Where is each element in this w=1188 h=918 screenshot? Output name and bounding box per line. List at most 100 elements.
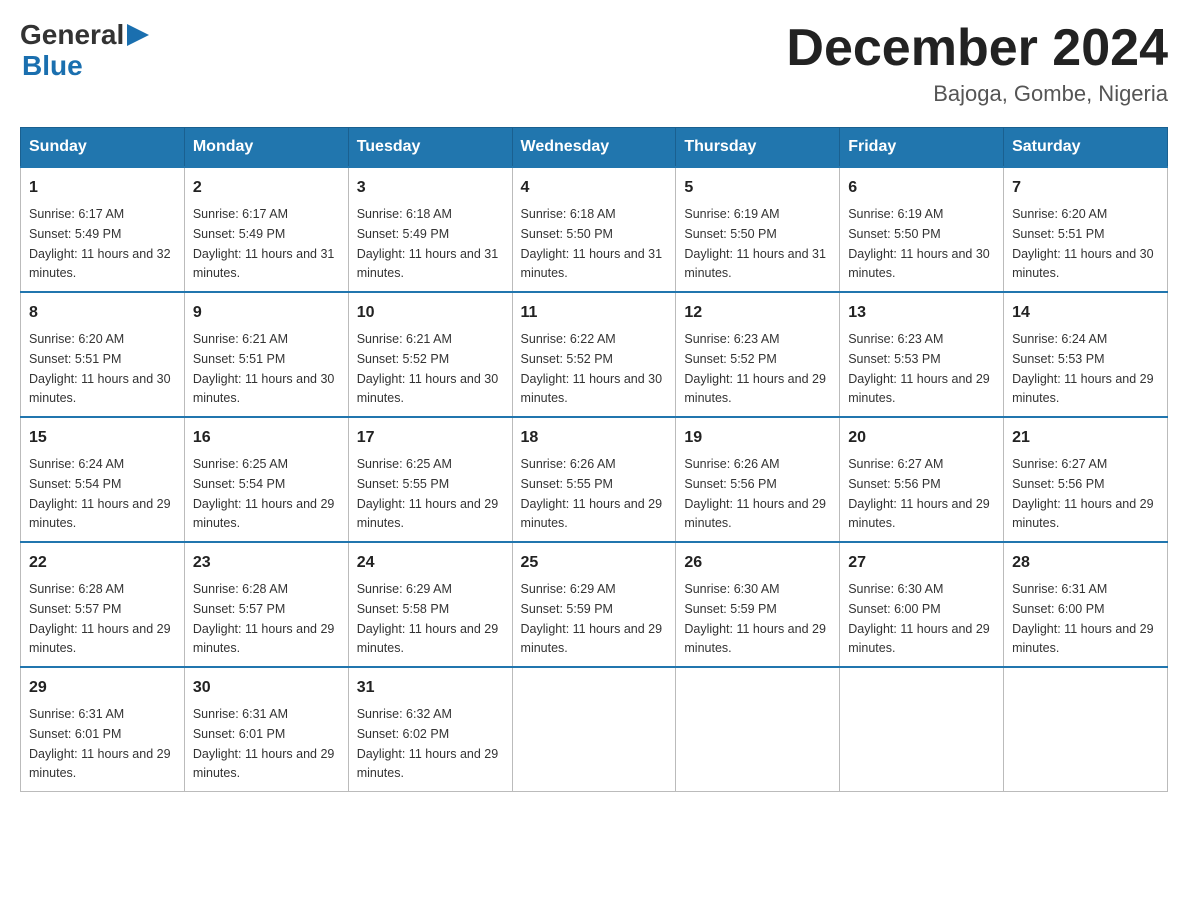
day-number: 8 xyxy=(29,301,176,325)
week-row-3: 15 Sunrise: 6:24 AMSunset: 5:54 PMDaylig… xyxy=(21,417,1168,542)
day-number: 23 xyxy=(193,551,340,575)
calendar-cell: 27 Sunrise: 6:30 AMSunset: 6:00 PMDaylig… xyxy=(840,542,1004,667)
calendar-cell xyxy=(676,667,840,792)
day-info: Sunrise: 6:32 AMSunset: 6:02 PMDaylight:… xyxy=(357,707,499,780)
day-number: 19 xyxy=(684,426,831,450)
calendar-cell: 28 Sunrise: 6:31 AMSunset: 6:00 PMDaylig… xyxy=(1004,542,1168,667)
day-number: 6 xyxy=(848,176,995,200)
calendar-cell: 22 Sunrise: 6:28 AMSunset: 5:57 PMDaylig… xyxy=(21,542,185,667)
day-info: Sunrise: 6:28 AMSunset: 5:57 PMDaylight:… xyxy=(193,582,335,655)
day-number: 2 xyxy=(193,176,340,200)
day-number: 20 xyxy=(848,426,995,450)
calendar-cell: 16 Sunrise: 6:25 AMSunset: 5:54 PMDaylig… xyxy=(184,417,348,542)
column-header-sunday: Sunday xyxy=(21,128,185,168)
day-number: 14 xyxy=(1012,301,1159,325)
logo: General Blue xyxy=(20,20,149,82)
calendar-cell: 14 Sunrise: 6:24 AMSunset: 5:53 PMDaylig… xyxy=(1004,292,1168,417)
day-info: Sunrise: 6:30 AMSunset: 6:00 PMDaylight:… xyxy=(848,582,990,655)
day-number: 25 xyxy=(521,551,668,575)
day-info: Sunrise: 6:29 AMSunset: 5:59 PMDaylight:… xyxy=(521,582,663,655)
day-info: Sunrise: 6:31 AMSunset: 6:01 PMDaylight:… xyxy=(29,707,171,780)
column-header-thursday: Thursday xyxy=(676,128,840,168)
day-number: 21 xyxy=(1012,426,1159,450)
day-info: Sunrise: 6:20 AMSunset: 5:51 PMDaylight:… xyxy=(1012,207,1154,280)
logo-general: General xyxy=(20,20,124,51)
calendar-cell: 8 Sunrise: 6:20 AMSunset: 5:51 PMDayligh… xyxy=(21,292,185,417)
day-number: 9 xyxy=(193,301,340,325)
calendar-cell: 20 Sunrise: 6:27 AMSunset: 5:56 PMDaylig… xyxy=(840,417,1004,542)
calendar-cell: 21 Sunrise: 6:27 AMSunset: 5:56 PMDaylig… xyxy=(1004,417,1168,542)
calendar-subtitle: Bajoga, Gombe, Nigeria xyxy=(786,81,1168,107)
calendar-cell: 24 Sunrise: 6:29 AMSunset: 5:58 PMDaylig… xyxy=(348,542,512,667)
day-info: Sunrise: 6:24 AMSunset: 5:54 PMDaylight:… xyxy=(29,457,171,530)
day-number: 1 xyxy=(29,176,176,200)
calendar-cell: 15 Sunrise: 6:24 AMSunset: 5:54 PMDaylig… xyxy=(21,417,185,542)
day-info: Sunrise: 6:23 AMSunset: 5:53 PMDaylight:… xyxy=(848,332,990,405)
column-header-monday: Monday xyxy=(184,128,348,168)
column-header-saturday: Saturday xyxy=(1004,128,1168,168)
day-number: 4 xyxy=(521,176,668,200)
calendar-cell: 26 Sunrise: 6:30 AMSunset: 5:59 PMDaylig… xyxy=(676,542,840,667)
calendar-cell: 11 Sunrise: 6:22 AMSunset: 5:52 PMDaylig… xyxy=(512,292,676,417)
calendar-cell: 1 Sunrise: 6:17 AMSunset: 5:49 PMDayligh… xyxy=(21,167,185,292)
day-info: Sunrise: 6:28 AMSunset: 5:57 PMDaylight:… xyxy=(29,582,171,655)
calendar-cell: 25 Sunrise: 6:29 AMSunset: 5:59 PMDaylig… xyxy=(512,542,676,667)
calendar-header-row: SundayMondayTuesdayWednesdayThursdayFrid… xyxy=(21,128,1168,168)
logo-arrow-icon xyxy=(127,24,149,46)
calendar-cell: 7 Sunrise: 6:20 AMSunset: 5:51 PMDayligh… xyxy=(1004,167,1168,292)
calendar-cell xyxy=(840,667,1004,792)
day-number: 30 xyxy=(193,676,340,700)
day-info: Sunrise: 6:20 AMSunset: 5:51 PMDaylight:… xyxy=(29,332,171,405)
day-info: Sunrise: 6:23 AMSunset: 5:52 PMDaylight:… xyxy=(684,332,826,405)
day-info: Sunrise: 6:31 AMSunset: 6:01 PMDaylight:… xyxy=(193,707,335,780)
day-number: 11 xyxy=(521,301,668,325)
day-info: Sunrise: 6:18 AMSunset: 5:49 PMDaylight:… xyxy=(357,207,499,280)
day-info: Sunrise: 6:27 AMSunset: 5:56 PMDaylight:… xyxy=(1012,457,1154,530)
day-number: 5 xyxy=(684,176,831,200)
day-info: Sunrise: 6:25 AMSunset: 5:55 PMDaylight:… xyxy=(357,457,499,530)
calendar-cell: 10 Sunrise: 6:21 AMSunset: 5:52 PMDaylig… xyxy=(348,292,512,417)
calendar-cell: 4 Sunrise: 6:18 AMSunset: 5:50 PMDayligh… xyxy=(512,167,676,292)
day-number: 16 xyxy=(193,426,340,450)
day-number: 27 xyxy=(848,551,995,575)
calendar-cell: 12 Sunrise: 6:23 AMSunset: 5:52 PMDaylig… xyxy=(676,292,840,417)
calendar-cell xyxy=(512,667,676,792)
week-row-4: 22 Sunrise: 6:28 AMSunset: 5:57 PMDaylig… xyxy=(21,542,1168,667)
day-number: 3 xyxy=(357,176,504,200)
column-header-tuesday: Tuesday xyxy=(348,128,512,168)
day-number: 10 xyxy=(357,301,504,325)
calendar-cell: 23 Sunrise: 6:28 AMSunset: 5:57 PMDaylig… xyxy=(184,542,348,667)
title-section: December 2024 Bajoga, Gombe, Nigeria xyxy=(786,20,1168,107)
day-info: Sunrise: 6:29 AMSunset: 5:58 PMDaylight:… xyxy=(357,582,499,655)
day-info: Sunrise: 6:31 AMSunset: 6:00 PMDaylight:… xyxy=(1012,582,1154,655)
calendar-cell: 13 Sunrise: 6:23 AMSunset: 5:53 PMDaylig… xyxy=(840,292,1004,417)
day-info: Sunrise: 6:19 AMSunset: 5:50 PMDaylight:… xyxy=(684,207,826,280)
day-info: Sunrise: 6:25 AMSunset: 5:54 PMDaylight:… xyxy=(193,457,335,530)
calendar-cell: 29 Sunrise: 6:31 AMSunset: 6:01 PMDaylig… xyxy=(21,667,185,792)
day-info: Sunrise: 6:19 AMSunset: 5:50 PMDaylight:… xyxy=(848,207,990,280)
day-number: 17 xyxy=(357,426,504,450)
day-info: Sunrise: 6:26 AMSunset: 5:55 PMDaylight:… xyxy=(521,457,663,530)
calendar-cell: 9 Sunrise: 6:21 AMSunset: 5:51 PMDayligh… xyxy=(184,292,348,417)
column-header-friday: Friday xyxy=(840,128,1004,168)
day-number: 26 xyxy=(684,551,831,575)
day-number: 31 xyxy=(357,676,504,700)
day-number: 13 xyxy=(848,301,995,325)
calendar-cell: 31 Sunrise: 6:32 AMSunset: 6:02 PMDaylig… xyxy=(348,667,512,792)
day-info: Sunrise: 6:26 AMSunset: 5:56 PMDaylight:… xyxy=(684,457,826,530)
day-info: Sunrise: 6:21 AMSunset: 5:52 PMDaylight:… xyxy=(357,332,499,405)
calendar-cell: 30 Sunrise: 6:31 AMSunset: 6:01 PMDaylig… xyxy=(184,667,348,792)
day-info: Sunrise: 6:30 AMSunset: 5:59 PMDaylight:… xyxy=(684,582,826,655)
day-number: 18 xyxy=(521,426,668,450)
calendar-cell: 18 Sunrise: 6:26 AMSunset: 5:55 PMDaylig… xyxy=(512,417,676,542)
day-info: Sunrise: 6:18 AMSunset: 5:50 PMDaylight:… xyxy=(521,207,663,280)
day-number: 15 xyxy=(29,426,176,450)
calendar-cell: 3 Sunrise: 6:18 AMSunset: 5:49 PMDayligh… xyxy=(348,167,512,292)
calendar-cell xyxy=(1004,667,1168,792)
day-number: 28 xyxy=(1012,551,1159,575)
calendar-table: SundayMondayTuesdayWednesdayThursdayFrid… xyxy=(20,127,1168,792)
calendar-cell: 5 Sunrise: 6:19 AMSunset: 5:50 PMDayligh… xyxy=(676,167,840,292)
logo-blue: Blue xyxy=(22,50,83,81)
day-number: 22 xyxy=(29,551,176,575)
calendar-cell: 19 Sunrise: 6:26 AMSunset: 5:56 PMDaylig… xyxy=(676,417,840,542)
